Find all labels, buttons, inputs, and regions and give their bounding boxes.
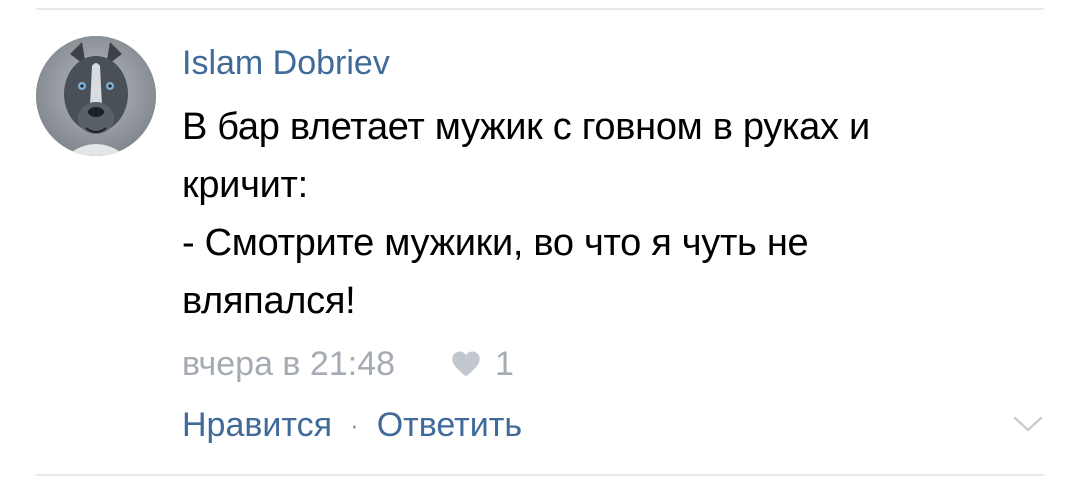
- comment-text: В бар влетает мужик с говном в руках и к…: [182, 98, 1022, 330]
- comment-actions: Нравится · Ответить: [182, 400, 522, 450]
- comment-screen: Islam Dobriev В бар влетает мужик с говн…: [0, 0, 1080, 487]
- timestamp: вчера в 21:48: [182, 344, 396, 383]
- like-count: 1: [495, 344, 514, 383]
- reply-button[interactable]: Ответить: [377, 406, 522, 445]
- dog-avatar-icon: [36, 36, 156, 156]
- action-separator: ·: [350, 409, 359, 440]
- top-divider: [36, 8, 1044, 10]
- heart-icon: [452, 351, 480, 377]
- comment-line: кричит:: [182, 164, 308, 206]
- likes-counter[interactable]: 1: [451, 345, 514, 384]
- avatar[interactable]: [36, 36, 156, 156]
- like-button[interactable]: Нравится: [182, 406, 332, 445]
- author-name[interactable]: Islam Dobriev: [182, 40, 390, 86]
- comment-line: - Смотрите мужики, во что я чуть не: [182, 222, 809, 264]
- chevron-down-icon[interactable]: [1012, 414, 1044, 434]
- comment-line: вляпался!: [182, 280, 356, 322]
- comment-meta: вчера в 21:48 1: [182, 340, 514, 388]
- bottom-divider: [36, 474, 1044, 476]
- comment-line: В бар влетает мужик с говном в руках и: [182, 106, 870, 148]
